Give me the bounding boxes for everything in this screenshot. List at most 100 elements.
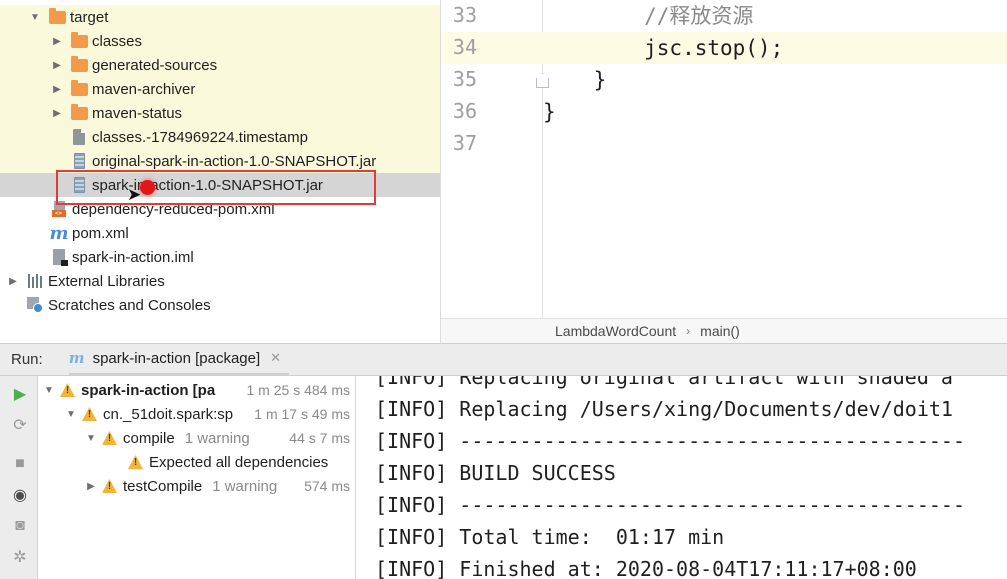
warning-count: 1 warning xyxy=(184,429,250,447)
duration: 1 m 25 s 484 ms xyxy=(244,382,350,398)
tree-item-label: maven-status xyxy=(92,104,183,122)
tree-item-target[interactable]: ▼ target xyxy=(0,5,440,29)
duration: 44 s 7 ms xyxy=(287,430,350,446)
chevron-right-icon[interactable]: ▶ xyxy=(50,34,64,48)
tree-item-generated-sources[interactable]: ▶ generated-sources xyxy=(0,53,440,77)
chevron-down-icon[interactable]: ▼ xyxy=(64,409,78,420)
tree-item-classes[interactable]: ▶ classes xyxy=(0,29,440,53)
cursor-highlight xyxy=(140,180,155,195)
breadcrumb: LambdaWordCount › main() xyxy=(441,318,1007,343)
code-editor[interactable]: 33 34 35 36 37 //释放资源 jsc.stop(); } } La… xyxy=(440,0,1007,343)
highlight-box xyxy=(56,170,376,205)
run-tree-item[interactable]: ▼ spark-in-action [pa 1 m 25 s 484 ms xyxy=(38,378,355,402)
camera-icon[interactable]: ◙ xyxy=(11,517,29,535)
run-tree-item[interactable]: ▼ compile 1 warning 44 s 7 ms xyxy=(38,426,355,450)
rerun-failed-icon[interactable]: ⟳ xyxy=(11,416,29,434)
tree-item-label: maven-archiver xyxy=(92,80,196,98)
settings-icon[interactable]: ✲ xyxy=(11,548,29,566)
chevron-right-icon[interactable]: ▶ xyxy=(50,106,64,120)
tree-item-timestamp[interactable]: classes.-1784969224.timestamp xyxy=(0,125,440,149)
warning-icon xyxy=(102,431,117,445)
warning-icon xyxy=(60,383,75,397)
tree-item-external-libraries[interactable]: ▶ External Libraries xyxy=(0,269,440,293)
maven-icon: m xyxy=(49,222,69,244)
libraries-icon xyxy=(26,272,44,290)
tree-item-label: original-spark-in-action-1.0-SNAPSHOT.ja… xyxy=(92,152,377,170)
run-toolbar: ▶ ⟳ ■ ◉ ◙ ✲ xyxy=(0,376,38,579)
console-output[interactable]: [INFO] Replacing original artifact with … xyxy=(356,376,1007,579)
breadcrumb-class[interactable]: LambdaWordCount xyxy=(555,323,676,339)
line-number: 37 xyxy=(452,131,477,155)
folder-icon xyxy=(70,55,88,74)
tree-item-pom[interactable]: m pom.xml xyxy=(0,221,440,245)
chevron-right-icon[interactable]: ▶ xyxy=(50,58,64,72)
iml-icon xyxy=(50,248,68,266)
tree-item-label: classes xyxy=(92,32,143,50)
folder-icon xyxy=(48,7,66,26)
chevron-right-icon[interactable]: ▶ xyxy=(6,274,20,288)
warning-icon xyxy=(82,407,97,421)
tree-item-iml[interactable]: spark-in-action.iml xyxy=(0,245,440,269)
stop-icon[interactable]: ■ xyxy=(11,455,29,473)
line-number: 35 xyxy=(452,67,477,91)
line-number: 36 xyxy=(452,99,477,123)
tree-item-label: generated-sources xyxy=(92,56,218,74)
tree-item-label: Scratches and Consoles xyxy=(48,296,211,314)
console-line: [INFO] BUILD SUCCESS xyxy=(375,461,616,485)
chevron-down-icon[interactable]: ▼ xyxy=(84,433,98,444)
maven-icon: m xyxy=(68,349,85,367)
console-line: [INFO] ---------------------------------… xyxy=(375,493,966,517)
editor-gutter: 33 34 35 36 37 xyxy=(441,0,543,318)
tree-item-scratches[interactable]: Scratches and Consoles xyxy=(0,293,440,317)
tree-item-maven-status[interactable]: ▶ maven-status xyxy=(0,101,440,125)
warning-icon xyxy=(128,455,143,469)
run-tab-label: spark-in-action [package] xyxy=(92,349,261,367)
code-line[interactable]: } xyxy=(543,96,1007,128)
tree-item-label: pom.xml xyxy=(72,224,129,242)
breadcrumb-method[interactable]: main() xyxy=(700,323,740,339)
tree-item-label: spark-in-action.iml xyxy=(72,248,194,266)
jar-icon xyxy=(70,152,88,170)
tree-item-label: External Libraries xyxy=(48,272,165,290)
code-line[interactable] xyxy=(543,128,1007,160)
run-tree-item[interactable]: Expected all dependencies xyxy=(38,450,355,474)
chevron-right-icon[interactable]: ▶ xyxy=(84,481,98,492)
duration: 1 m 17 s 49 ms xyxy=(252,406,350,422)
tree-item-maven-archiver[interactable]: ▶ maven-archiver xyxy=(0,77,440,101)
eye-icon[interactable]: ◉ xyxy=(11,486,29,504)
run-tree: ▼ spark-in-action [pa 1 m 25 s 484 ms ▼ … xyxy=(38,376,356,579)
chevron-down-icon[interactable]: ▼ xyxy=(42,385,56,396)
folder-icon xyxy=(70,103,88,122)
file-icon xyxy=(70,128,88,146)
run-tree-item[interactable]: ▶ testCompile 1 warning 574 ms xyxy=(38,474,355,498)
project-tree: ▼ target ▶ classes ▶ generated-sources ▶… xyxy=(0,0,440,343)
close-icon[interactable]: ✕ xyxy=(270,350,281,366)
mouse-cursor-icon: ➤ xyxy=(127,185,142,204)
folder-icon xyxy=(70,79,88,98)
scratches-icon xyxy=(26,296,44,314)
code-line-current[interactable]: jsc.stop(); xyxy=(543,32,1007,64)
chevron-right-icon[interactable]: ▶ xyxy=(50,82,64,96)
warning-count: 1 warning xyxy=(212,477,278,495)
code-line[interactable]: //释放资源 xyxy=(543,0,1007,32)
warning-icon xyxy=(102,479,117,493)
rerun-icon[interactable]: ▶ xyxy=(11,385,29,403)
chevron-right-icon: › xyxy=(686,324,691,338)
console-line: [INFO] Finished at: 2020-08-04T17:11:17+… xyxy=(375,557,917,579)
run-panel-header: Run: m spark-in-action [package] ✕ xyxy=(0,343,1007,376)
console-line: [INFO] Total time: 01:17 min xyxy=(375,525,725,549)
code-line[interactable]: } xyxy=(543,64,1007,96)
line-number: 33 xyxy=(452,3,477,27)
tree-item-label: classes.-1784969224.timestamp xyxy=(92,128,308,146)
run-tab[interactable]: m spark-in-action [package] ✕ xyxy=(68,344,290,376)
duration: 574 ms xyxy=(302,478,350,494)
folder-icon xyxy=(70,31,88,50)
line-number: 34 xyxy=(452,35,477,59)
run-tree-item[interactable]: ▼ cn._51doit.spark:sp 1 m 17 s 49 ms xyxy=(38,402,355,426)
console-line: [INFO] ---------------------------------… xyxy=(375,429,966,453)
chevron-down-icon[interactable]: ▼ xyxy=(28,10,42,24)
run-label: Run: xyxy=(11,351,43,368)
tree-item-label: target xyxy=(70,8,109,26)
console-line: [INFO] Replacing original artifact with … xyxy=(375,376,953,389)
console-line: [INFO] Replacing /Users/xing/Documents/d… xyxy=(375,397,953,421)
